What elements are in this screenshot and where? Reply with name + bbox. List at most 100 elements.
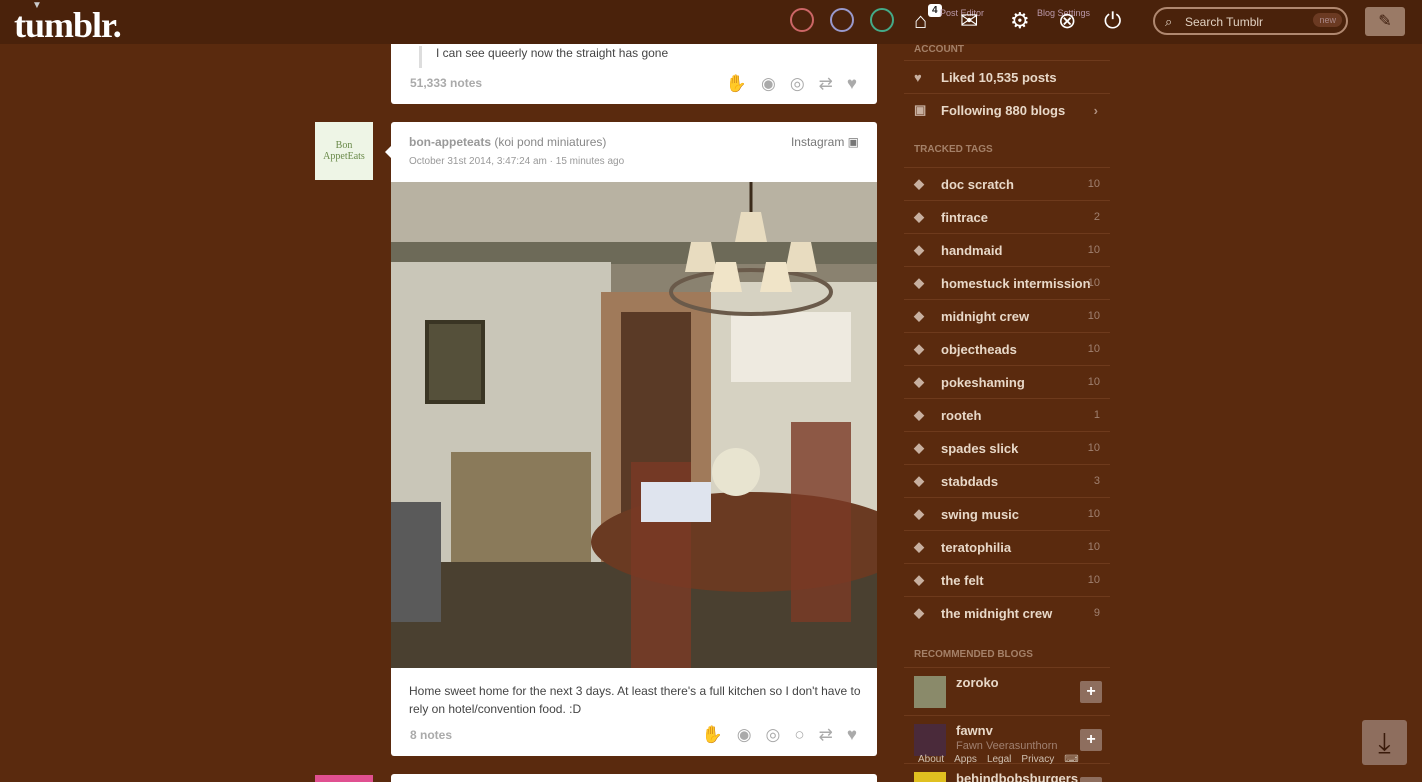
search-new-pill: new <box>1313 13 1342 27</box>
tag-row[interactable]: ◆ doc scratch 10 <box>904 167 1110 200</box>
tag-name: pokeshaming <box>941 374 1025 390</box>
like-icon[interactable]: ♥ <box>847 725 857 745</box>
eye-icon[interactable]: ◉ <box>737 725 752 745</box>
tag-row[interactable]: ◆ homestuck intermission 10 <box>904 266 1110 299</box>
tag-icon: ◆ <box>914 374 924 389</box>
tag-name: swing music <box>941 506 1020 522</box>
post-actions: ✋ ◉ ◎ ○ ⇄ ♥ <box>702 725 857 745</box>
tag-icon: ◆ <box>914 275 924 290</box>
source-link[interactable]: Instagram ▣ <box>791 135 859 149</box>
tag-count: 10 <box>1087 277 1100 289</box>
tag-count: 3 <box>1093 475 1100 487</box>
footer-privacy[interactable]: Privacy <box>1021 754 1054 765</box>
tag-row[interactable]: ◆ handmaid 10 <box>904 233 1110 266</box>
tag-row[interactable]: ◆ stabdads 3 <box>904 464 1110 497</box>
download-icon: ⤓ <box>1378 727 1391 758</box>
avatar[interactable]: Bon AppetEats <box>315 122 373 180</box>
tag-count: 10 <box>1087 244 1100 256</box>
footer-legal[interactable]: Legal <box>987 754 1011 765</box>
home-icon[interactable]: ⌂ <box>914 8 927 34</box>
tag-icon: ◆ <box>914 572 924 587</box>
post-date[interactable]: October 31st 2014, 3:47:24 am · 15 minut… <box>409 156 624 167</box>
hand-icon[interactable]: ✋ <box>702 725 723 745</box>
sidebar-item-label: Following 880 blogs <box>941 102 1066 118</box>
tag-row[interactable]: ◆ pokeshaming 10 <box>904 365 1110 398</box>
sidebar-item-liked[interactable]: ♥ Liked 10,535 posts <box>904 60 1110 93</box>
tag-count: 10 <box>1087 376 1100 388</box>
tag-name: rooteh <box>941 407 982 423</box>
tag-icon: ◆ <box>914 407 924 422</box>
tag-row[interactable]: ◆ teratophilia 10 <box>904 530 1110 563</box>
compose-button[interactable]: ✎ <box>1365 7 1405 36</box>
tag-list: ◆ doc scratch 10 ◆ fintrace 2 ◆ handmaid 10 ◆ home… <box>904 167 1110 629</box>
like-icon[interactable]: ♥ <box>847 74 857 94</box>
tag-row[interactable]: ◆ spades slick 10 <box>904 431 1110 464</box>
hand-icon[interactable]: ✋ <box>726 74 747 94</box>
reblog-icon[interactable]: ⇄ <box>819 725 833 745</box>
post-card: bon-appeteats (koi pond miniatures) Octo… <box>391 122 877 756</box>
room-photo <box>391 182 877 668</box>
tag-row[interactable]: ◆ the midnight crew 9 <box>904 596 1110 629</box>
blog-avatar-1[interactable] <box>790 8 814 32</box>
tumblr-logo[interactable]: tumblr. <box>14 4 122 46</box>
eye-icon[interactable]: ◉ <box>761 74 776 94</box>
tag-row[interactable]: ◆ the felt 10 <box>904 563 1110 596</box>
tag-row[interactable]: ◆ rooteh 1 <box>904 398 1110 431</box>
look-icon[interactable]: ◎ <box>790 74 805 94</box>
gear-icon[interactable]: ⚙ <box>1010 8 1030 34</box>
power-icon[interactable]: ⏻ <box>1104 8 1121 34</box>
activity-icon[interactable]: ⊗ <box>1058 8 1076 34</box>
recommended-blog-name[interactable]: zoroko <box>956 675 999 690</box>
search-input[interactable]: ⌕ Search Tumblr new <box>1153 7 1348 35</box>
blog-avatars <box>790 8 910 32</box>
search-placeholder: Search Tumblr <box>1185 15 1264 29</box>
notes-count[interactable]: 51,333 notes <box>410 76 482 90</box>
tag-name: homestuck intermission <box>941 275 1091 291</box>
tag-name: spades slick <box>941 440 1019 456</box>
tag-count: 10 <box>1087 442 1100 454</box>
blog-name-link[interactable]: bon-appeteats <box>409 135 491 149</box>
sidebar-item-following[interactable]: ▣ Following 880 blogs › <box>904 93 1110 126</box>
recommended-blog-name[interactable]: behindbobsburgers <box>956 771 1078 782</box>
download-button[interactable]: ⤓ <box>1362 720 1407 765</box>
keyboard-icon[interactable]: ⌨ <box>1064 754 1078 765</box>
avatar[interactable] <box>914 724 946 756</box>
avatar[interactable] <box>914 676 946 708</box>
mail-icon[interactable]: ✉ <box>960 8 978 34</box>
tag-name: the midnight crew <box>941 605 1053 621</box>
footer-about[interactable]: About <box>918 754 944 765</box>
recommended-blog[interactable]: behindbobsburgers+ <box>904 763 1110 782</box>
tag-icon: ◆ <box>914 209 924 224</box>
notes-count[interactable]: 8 notes <box>410 728 452 742</box>
tag-count: 2 <box>1093 211 1100 223</box>
post-photo[interactable] <box>391 182 877 668</box>
tag-icon: ◆ <box>914 176 924 191</box>
reblog-icon[interactable]: ⇄ <box>819 74 833 94</box>
tag-row[interactable]: ◆ fintrace 2 <box>904 200 1110 233</box>
recommended-blog-name[interactable]: fawnv <box>956 723 993 738</box>
footer-apps[interactable]: Apps <box>954 754 977 765</box>
avatar[interactable] <box>914 772 946 782</box>
tag-row[interactable]: ◆ midnight crew 10 <box>904 299 1110 332</box>
follow-button[interactable]: + <box>1080 777 1102 782</box>
tag-row[interactable]: ◆ objectheads 10 <box>904 332 1110 365</box>
follow-button[interactable]: + <box>1080 729 1102 751</box>
post-header: bon-appeteats (koi pond miniatures) Octo… <box>409 135 624 167</box>
tag-icon: ◆ <box>914 242 924 257</box>
tag-name: stabdads <box>941 473 999 489</box>
source-label: Instagram <box>790 135 845 149</box>
recommended-blog[interactable]: zoroko + <box>904 667 1110 715</box>
tag-count: 10 <box>1087 178 1100 190</box>
tag-name: doc scratch <box>941 176 1014 192</box>
follow-button[interactable]: + <box>1080 681 1102 703</box>
tag-icon: ◆ <box>914 341 924 356</box>
person-icon: ▣ <box>914 102 927 117</box>
blog-avatar-3[interactable] <box>870 8 894 32</box>
look-icon[interactable]: ◎ <box>766 725 781 745</box>
avatar[interactable] <box>315 775 373 782</box>
tag-row[interactable]: ◆ swing music 10 <box>904 497 1110 530</box>
tag-name: the felt <box>941 572 984 588</box>
chevron-right-icon: › <box>1093 102 1098 118</box>
blog-avatar-2[interactable] <box>830 8 854 32</box>
reply-icon[interactable]: ○ <box>794 725 804 745</box>
